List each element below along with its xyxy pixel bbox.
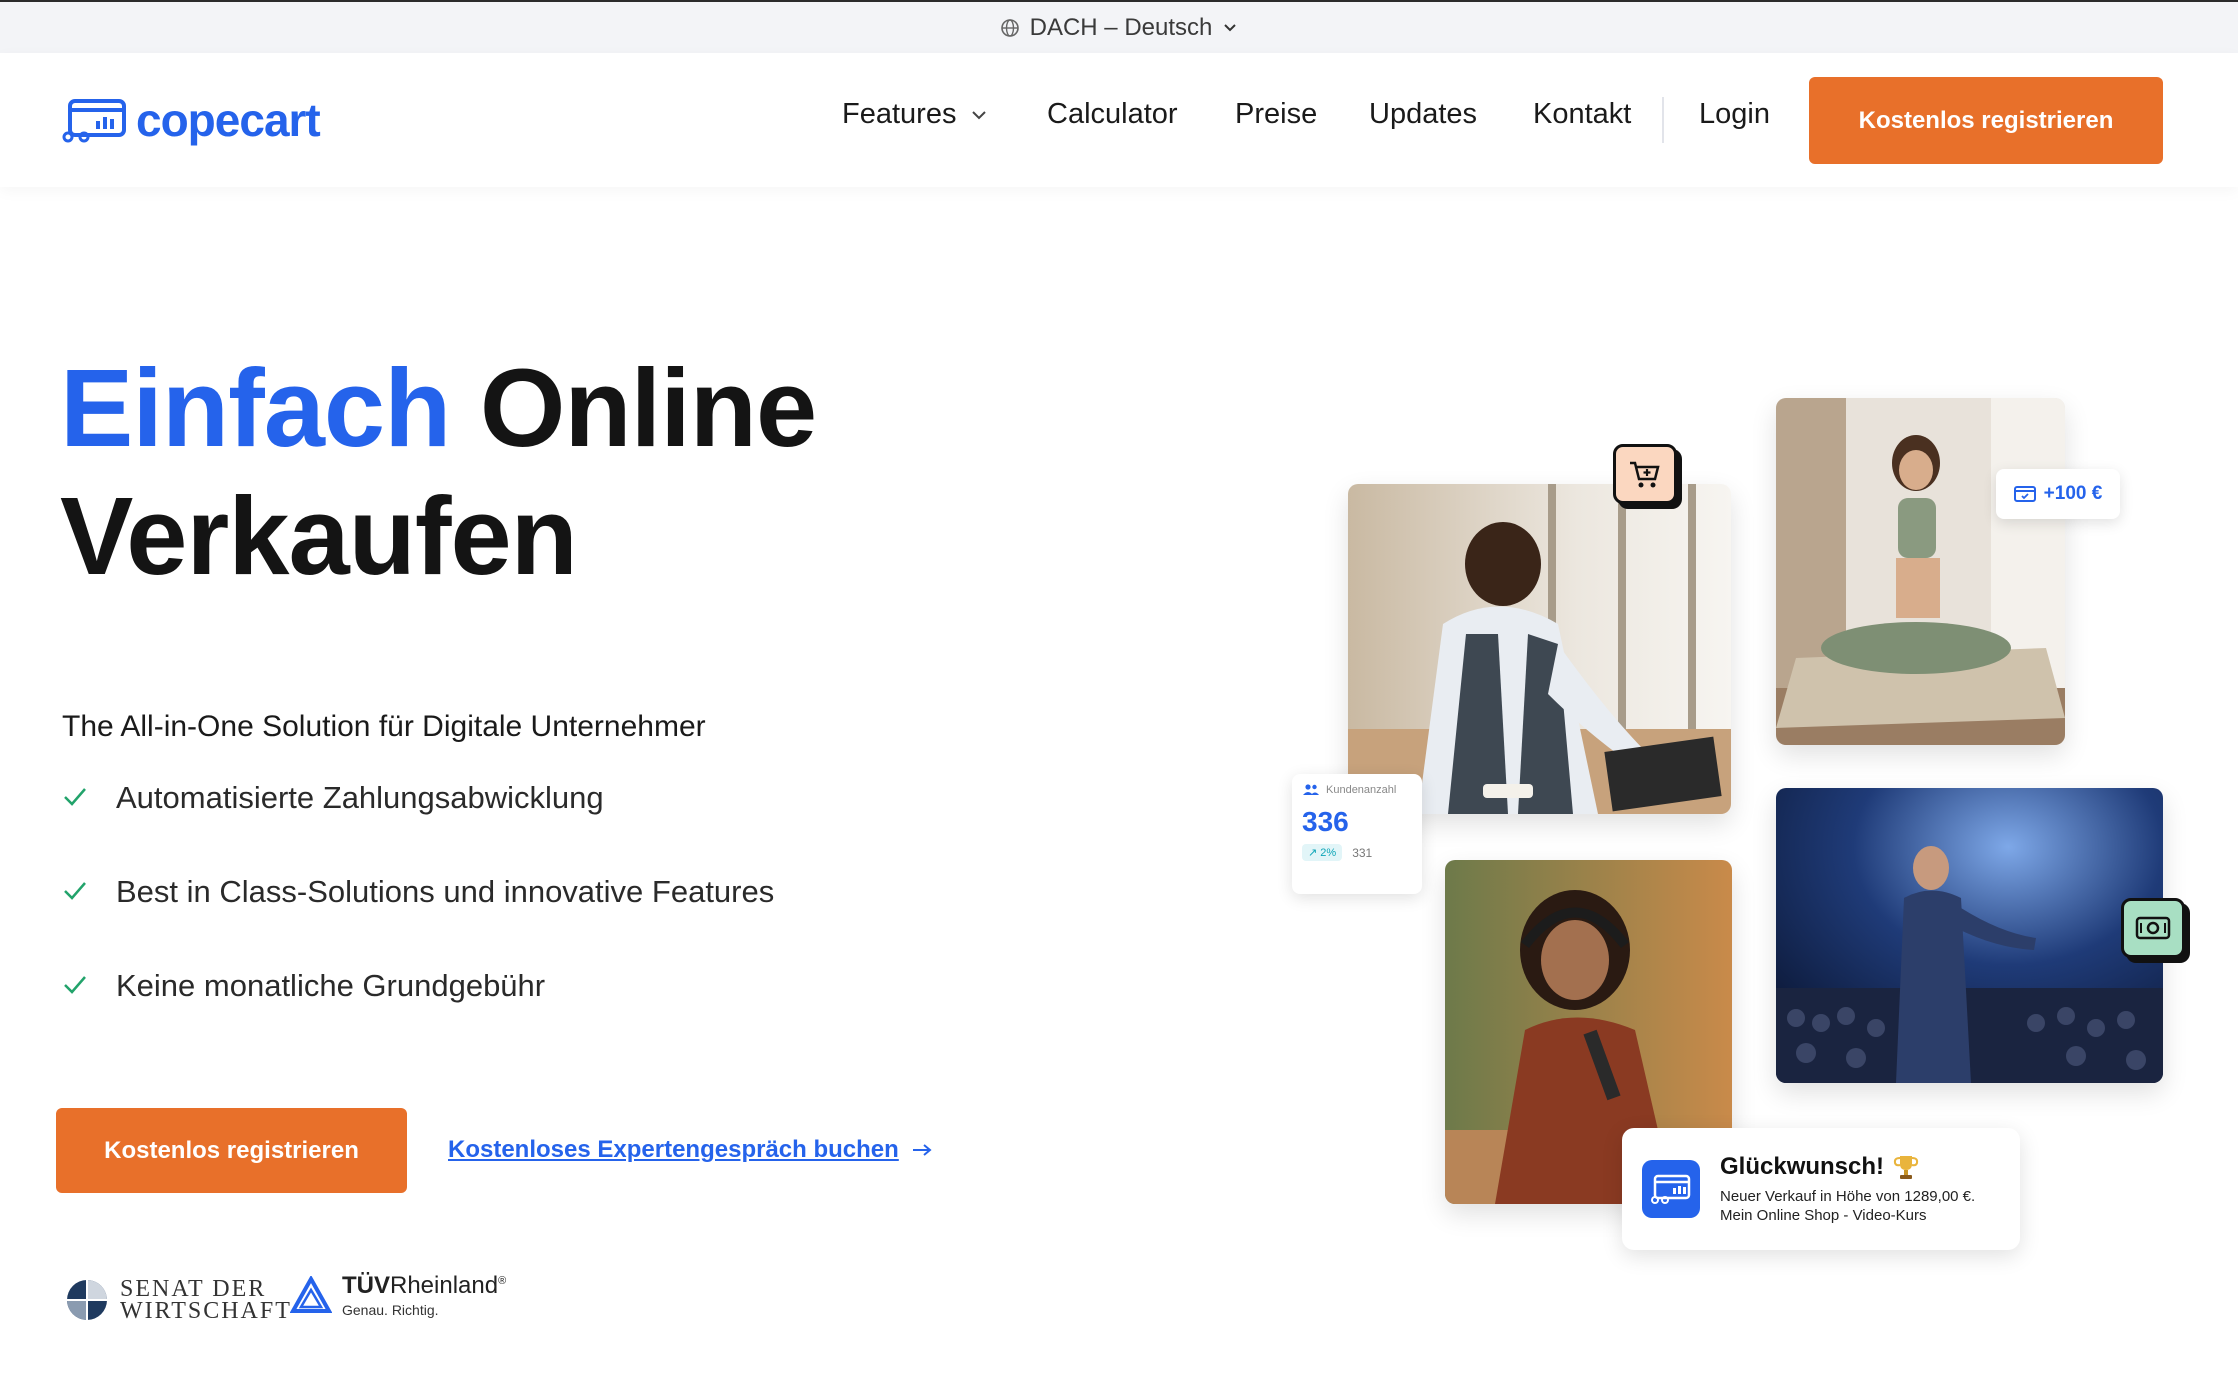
- feature-text: Best in Class-Solutions und innovative F…: [116, 874, 775, 909]
- feature-text: Automatisierte Zahlungsabwicklung: [116, 780, 604, 815]
- locale-label: DACH – Deutsch: [1029, 13, 1213, 41]
- sale-notification: Glückwunsch! Neuer Verkauf in Höhe von 1…: [1622, 1128, 2020, 1250]
- chevron-down-icon: [1224, 23, 1237, 31]
- photo-businessman-laptop: [1348, 484, 1731, 814]
- senat-logo: SENAT DER WIRTSCHAFT: [66, 1276, 292, 1324]
- login-link[interactable]: Login: [1699, 98, 1770, 131]
- check-icon: [64, 976, 86, 994]
- cart-badge: [1613, 444, 1677, 504]
- users-icon: [1303, 784, 1319, 795]
- feature-text: Keine monatliche Grundgebühr: [116, 968, 546, 1003]
- arrow-right-icon: [912, 1144, 932, 1156]
- hero-title-part1: Online: [479, 347, 817, 470]
- customer-count-card: Kundenanzahl 336 ↗ 2% 331: [1292, 774, 1422, 894]
- card-register-icon: [62, 99, 126, 143]
- globe-icon: [1000, 18, 1019, 37]
- list-item: Best in Class-Solutions und innovative F…: [62, 874, 774, 968]
- customer-prev-value: 331: [1352, 845, 1373, 860]
- hero-subtitle: The All-in-One Solution für Digitale Unt…: [62, 710, 706, 743]
- login-label: Login: [1699, 98, 1770, 130]
- nav-calculator[interactable]: Calculator: [1047, 98, 1178, 131]
- senat-line1: SENAT DER: [120, 1276, 267, 1302]
- cash-badge: [2121, 898, 2185, 958]
- list-item: Keine monatliche Grundgebühr: [62, 968, 774, 1062]
- card-register-icon: [1642, 1160, 1700, 1218]
- expert-call-label: Kostenloses Expertengespräch buchen: [448, 1136, 899, 1163]
- tuv-tagline: Genau. Richtig.: [342, 1302, 439, 1318]
- tuv-rest: Rheinland: [390, 1272, 499, 1299]
- nav-label: Updates: [1369, 98, 1478, 130]
- nav-updates[interactable]: Updates: [1369, 98, 1477, 131]
- photo-stage-speaker: [1776, 788, 2163, 1083]
- nav-label: Kontakt: [1533, 98, 1632, 130]
- hero-title: Einfach Online Verkaufen: [60, 345, 817, 601]
- register-button-nav[interactable]: Kostenlos registrieren: [1809, 77, 2163, 164]
- brand-name: copecart: [136, 94, 321, 146]
- hero-title-part2: Verkaufen: [60, 475, 578, 598]
- check-icon: [64, 788, 86, 806]
- locale-switcher[interactable]: DACH – Deutsch: [0, 0, 2238, 53]
- tuv-reg: ®: [498, 1275, 507, 1287]
- nav-features[interactable]: Features: [842, 98, 988, 131]
- customer-count-label: Kundenanzahl: [1326, 784, 1397, 796]
- notification-line2: Mein Online Shop - Video-Kurs: [1720, 1207, 1927, 1224]
- notification-line1: Neuer Verkauf in Höhe von 1289,00 €.: [1720, 1188, 1976, 1205]
- nav-label: Features: [842, 98, 957, 130]
- nav-label: Calculator: [1047, 98, 1178, 130]
- tuv-triangle-icon: [290, 1276, 332, 1313]
- tuv-logo: TÜVRheinland® Genau. Richtig.: [290, 1272, 506, 1318]
- revenue-pill-value: +100 €: [2043, 483, 2103, 504]
- cash-icon: [2135, 916, 2171, 940]
- senat-emblem-icon: [67, 1280, 107, 1320]
- hero-title-highlight: Einfach: [60, 347, 451, 470]
- customer-change-badge: ↗ 2%: [1302, 844, 1343, 861]
- list-item: Automatisierte Zahlungsabwicklung: [62, 780, 774, 874]
- register-button-hero[interactable]: Kostenlos registrieren: [56, 1108, 407, 1193]
- customer-change-value: 2%: [1320, 847, 1337, 859]
- senat-line2: WIRTSCHAFT: [120, 1298, 292, 1324]
- copecart-logo[interactable]: copecart: [62, 93, 321, 147]
- customer-count-value: 336: [1302, 806, 1349, 837]
- nav-label: Preise: [1235, 98, 1318, 130]
- cart-plus-icon: [1630, 461, 1660, 488]
- tuv-bold: TÜV: [342, 1272, 390, 1299]
- revenue-pill: +100 €: [1996, 469, 2120, 519]
- feature-list: Automatisierte Zahlungsabwicklung Best i…: [62, 780, 774, 1062]
- main-navbar: copecart Features Calculator Preise Upda…: [0, 53, 2238, 187]
- notification-title: Glückwunsch!: [1720, 1153, 1885, 1180]
- expert-call-link[interactable]: Kostenloses Expertengespräch buchen: [448, 1136, 933, 1164]
- nav-preise[interactable]: Preise: [1235, 98, 1317, 131]
- card-check-icon: [2013, 486, 2036, 502]
- chevron-down-icon: [972, 110, 987, 119]
- photo-yoga-woman: [1776, 398, 2065, 745]
- trophy-icon: [1893, 1156, 1919, 1179]
- nav-kontakt[interactable]: Kontakt: [1533, 98, 1631, 131]
- nav-divider: [1662, 97, 1664, 143]
- check-icon: [64, 882, 86, 900]
